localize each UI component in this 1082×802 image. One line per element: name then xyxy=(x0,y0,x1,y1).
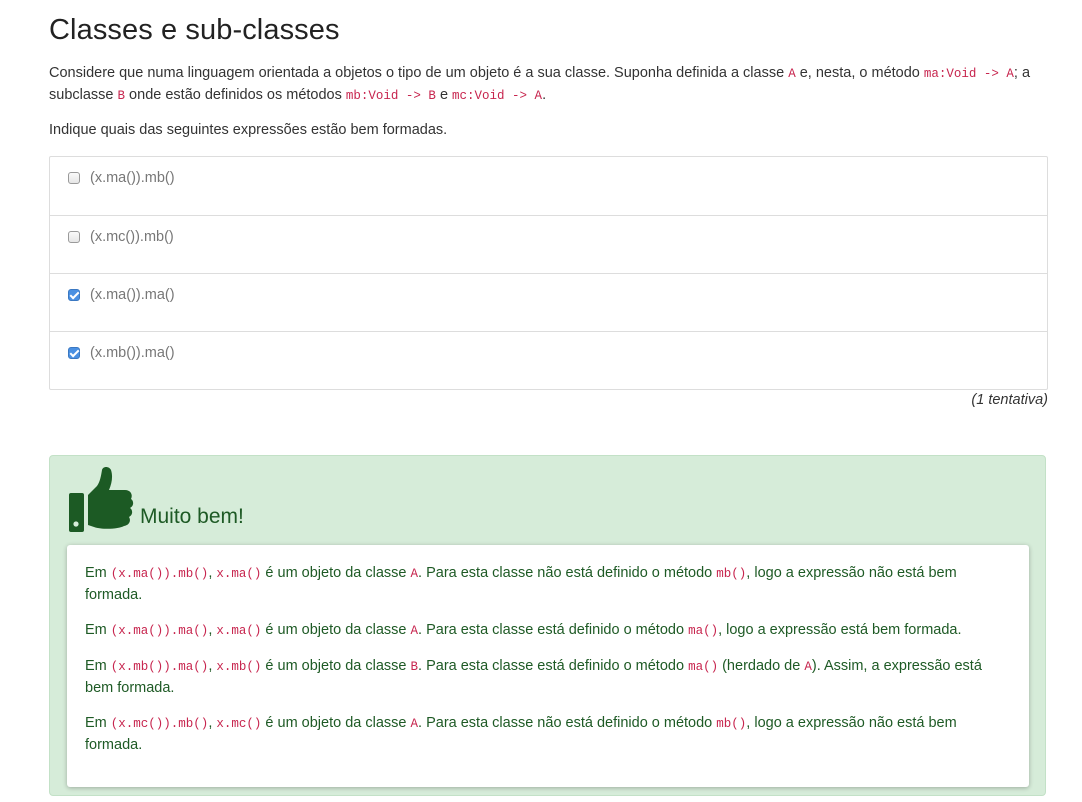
answer-options: (x.ma()).mb() (x.mc()).mb() (x.ma()).ma(… xyxy=(49,156,1048,390)
feedback-paragraph-3: Em (x.mb()).ma(), x.mb() é um objeto da … xyxy=(85,656,1011,699)
option-3-checkbox[interactable] xyxy=(68,289,80,301)
option-2-checkbox[interactable] xyxy=(68,231,80,243)
text-segment: . Para esta classe está definido o métod… xyxy=(418,622,689,638)
text-segment: . Para esta classe não está definido o m… xyxy=(418,565,717,581)
feedback-title: Muito bem! xyxy=(140,505,244,528)
inline-code: mb() xyxy=(716,717,747,731)
inline-code: B xyxy=(117,89,126,103)
inline-code: A xyxy=(788,67,796,81)
feedback-panel: Muito bem! Em (x.ma()).mb(), x.ma() é um… xyxy=(49,455,1046,796)
inline-code: ma:Void -> A xyxy=(923,67,1014,81)
text-segment: Em xyxy=(85,622,111,638)
inline-code: A xyxy=(410,624,419,638)
text-segment: e xyxy=(435,87,453,103)
option-1-label: (x.ma()).mb() xyxy=(90,170,175,186)
text-segment: . xyxy=(542,87,547,103)
text-segment: é um objeto da classe xyxy=(261,565,411,581)
option-1-checkbox[interactable] xyxy=(68,172,80,184)
text-segment: Em xyxy=(85,658,111,674)
inline-code: x.mb() xyxy=(216,660,262,674)
feedback-paragraph-1: Em (x.ma()).mb(), x.ma() é um objeto da … xyxy=(85,563,1011,606)
inline-code: A xyxy=(804,660,812,674)
inline-code: (x.ma()).ma() xyxy=(110,624,209,638)
thumbs-up-icon xyxy=(69,467,134,532)
attempts-counter: (1 tentativa) xyxy=(971,392,1048,408)
text-segment: Considere que numa linguagem orientada a… xyxy=(49,65,789,81)
text-segment: . Para esta classe está definido o métod… xyxy=(418,658,689,674)
feedback-paragraph-4: Em (x.mc()).mb(), x.mc() é um objeto da … xyxy=(85,713,1011,756)
inline-code: A xyxy=(410,717,419,731)
text-segment: Em xyxy=(85,565,111,581)
inline-code: ma() xyxy=(688,660,719,674)
text-segment: Em xyxy=(85,715,111,731)
text-segment: é um objeto da classe xyxy=(261,622,411,638)
feedback-explanations: Em (x.ma()).mb(), x.ma() é um objeto da … xyxy=(67,545,1029,787)
text-segment: . Para esta classe não está definido o m… xyxy=(418,715,717,731)
feedback-paragraph-2: Em (x.ma()).ma(), x.ma() é um objeto da … xyxy=(85,620,1011,642)
inline-code: x.ma() xyxy=(216,624,262,638)
option-4-label: (x.mb()).ma() xyxy=(90,345,175,361)
inline-code: x.mc() xyxy=(216,717,262,731)
inline-code: ma() xyxy=(688,624,719,638)
inline-code: (x.mc()).mb() xyxy=(110,717,209,731)
option-3[interactable]: (x.ma()).ma() xyxy=(50,273,1047,331)
text-segment: é um objeto da classe xyxy=(261,715,411,731)
inline-code: x.ma() xyxy=(216,567,262,581)
text-segment: e, nesta, o método xyxy=(795,65,924,81)
option-1[interactable]: (x.ma()).mb() xyxy=(50,157,1047,215)
inline-code: (x.mb()).ma() xyxy=(110,660,209,674)
inline-code: (x.ma()).mb() xyxy=(110,567,209,581)
inline-code: mb() xyxy=(716,567,747,581)
text-segment: (herdado de xyxy=(718,658,805,674)
inline-code: mc:Void -> A xyxy=(452,89,543,103)
text-segment: é um objeto da classe xyxy=(261,658,411,674)
option-4-checkbox[interactable] xyxy=(68,347,80,359)
inline-code: mb:Void -> B xyxy=(345,89,436,103)
option-2[interactable]: (x.mc()).mb() xyxy=(50,215,1047,273)
question-intro: Considere que numa linguagem orientada a… xyxy=(49,63,1039,107)
option-3-label: (x.ma()).ma() xyxy=(90,287,175,303)
option-2-label: (x.mc()).mb() xyxy=(90,229,174,245)
option-4[interactable]: (x.mb()).ma() xyxy=(50,331,1047,389)
text-segment: , logo a expressão está bem formada. xyxy=(718,622,962,638)
inline-code: A xyxy=(410,567,419,581)
text-segment: onde estão definidos os métodos xyxy=(125,87,346,103)
question-prompt: Indique quais das seguintes expressões e… xyxy=(49,122,448,138)
inline-code: B xyxy=(410,660,419,674)
page-title: Classes e sub-classes xyxy=(49,14,340,46)
